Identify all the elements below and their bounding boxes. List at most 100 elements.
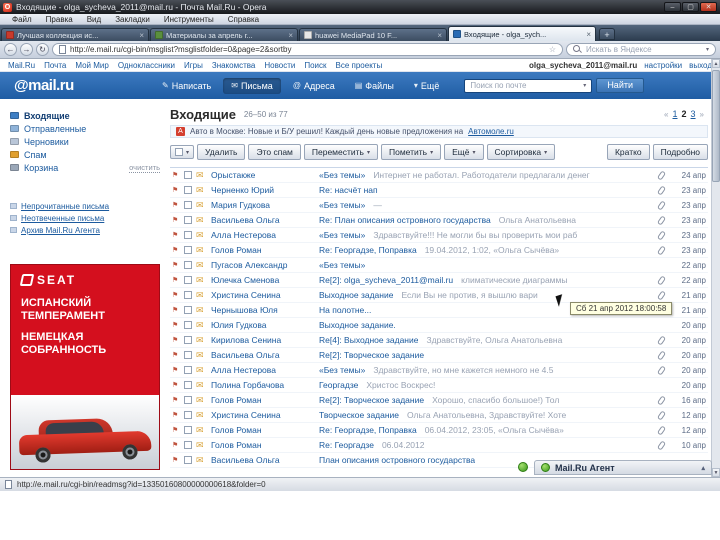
email-checkbox[interactable] [184, 216, 192, 224]
toolbar-button[interactable]: Это спам ▾ [248, 144, 301, 160]
email-row[interactable]: ⚑ ✉ Юлечка Сменова Re[2]: olga_sycheva_2… [170, 273, 708, 288]
flag-icon[interactable]: ⚑ [172, 366, 180, 374]
email-row[interactable]: ⚑ ✉ Алла Нестерова «Без темы» Здравствуй… [170, 363, 708, 378]
scroll-up-icon[interactable]: ▲ [712, 59, 720, 68]
email-checkbox[interactable] [184, 201, 192, 209]
page-number[interactable]: 1 [671, 109, 680, 119]
email-sender[interactable]: Голов Роман [211, 395, 315, 405]
topnav-link[interactable]: Поиск [304, 61, 326, 70]
mail-search-dropdown-icon[interactable]: ▾ [583, 82, 586, 89]
email-sender[interactable]: Христина Сенина [211, 290, 315, 300]
menu-item[interactable]: Справка [222, 15, 265, 24]
email-checkbox[interactable] [184, 246, 192, 254]
email-sender[interactable]: Кирилова Сенина [211, 335, 315, 345]
menu-item[interactable]: Инструменты [158, 15, 220, 24]
ad-notice-bar[interactable]: А Авто в Москве: Новые и Б/У решил! Кажд… [170, 125, 708, 138]
topnav-link[interactable]: Знакомства [212, 61, 256, 70]
email-subject[interactable]: «Без темы» [319, 260, 365, 270]
email-row[interactable]: ⚑ ✉ Мария Гудкова «Без темы» — 23 апр [170, 198, 708, 213]
email-sender[interactable]: Голов Роман [211, 245, 315, 255]
email-checkbox[interactable] [184, 411, 192, 419]
email-subject[interactable]: «Без темы» [319, 170, 365, 180]
flag-icon[interactable]: ⚑ [172, 291, 180, 299]
toolbar-button[interactable]: Пометить ▾ [380, 144, 442, 160]
tab-close-icon[interactable]: × [288, 31, 293, 40]
folder-item[interactable]: Черновики [10, 135, 160, 148]
new-tab-button[interactable]: + [599, 28, 615, 40]
flag-icon[interactable]: ⚑ [172, 441, 180, 449]
email-subject[interactable]: Re: Георгадзе [319, 440, 374, 450]
tab-close-icon[interactable]: × [437, 31, 442, 40]
flag-icon[interactable]: ⚑ [172, 411, 180, 419]
email-sender[interactable]: Голов Роман [211, 425, 315, 435]
flag-icon[interactable]: ⚑ [172, 336, 180, 344]
topnav-link[interactable]: Mail.Ru [8, 61, 35, 70]
header-nav-button[interactable]: ✉ Письма [223, 77, 281, 94]
agent-status-icon[interactable] [518, 462, 528, 472]
email-subject[interactable]: «Без темы» [319, 365, 365, 375]
email-row[interactable]: ⚑ ✉ Юлия Гудкова Выходное задание. 20 ап… [170, 318, 708, 333]
email-checkbox[interactable] [184, 396, 192, 404]
email-sender[interactable]: Христина Сенина [211, 410, 315, 420]
email-subject[interactable]: Выходное задание [319, 290, 393, 300]
select-all-dropdown-icon[interactable]: ▾ [186, 149, 189, 156]
email-subject[interactable]: «Без темы» [319, 200, 365, 210]
email-checkbox[interactable] [184, 441, 192, 449]
flag-icon[interactable]: ⚑ [172, 186, 180, 194]
email-row[interactable]: ⚑ ✉ Пугасов Александр «Без темы» 22 апр [170, 258, 708, 273]
email-checkbox[interactable] [184, 231, 192, 239]
header-nav-button[interactable]: ▾ Ещё [406, 78, 447, 94]
folder-clear-link[interactable]: очистить [129, 163, 160, 173]
scroll-down-icon[interactable]: ▼ [712, 468, 720, 477]
email-checkbox[interactable] [184, 171, 192, 179]
tab-close-icon[interactable]: × [139, 31, 144, 40]
email-checkbox[interactable] [184, 426, 192, 434]
select-all-checkbox[interactable] [175, 148, 183, 156]
topnav-link[interactable]: Одноклассники [118, 61, 175, 70]
email-row[interactable]: ⚑ ✉ Орыстакже «Без темы» Интернет не раб… [170, 168, 708, 183]
flag-icon[interactable]: ⚑ [172, 396, 180, 404]
email-checkbox[interactable] [184, 276, 192, 284]
folder-item[interactable]: Спам [10, 148, 160, 161]
email-sender[interactable]: Мария Гудкова [211, 200, 315, 210]
url-field[interactable]: http://e.mail.ru/cgi-bin/msglist?msglist… [52, 43, 563, 56]
menu-item[interactable]: Закладки [109, 15, 156, 24]
scrollbar-thumb[interactable] [712, 70, 720, 182]
flag-icon[interactable]: ⚑ [172, 231, 180, 239]
browser-search-field[interactable]: Искать в Яндексе ▾ [566, 43, 716, 56]
topnav-link[interactable]: Новости [264, 61, 295, 70]
email-subject[interactable]: Творческое задание [319, 410, 399, 420]
email-sender[interactable]: Черненко Юрий [211, 185, 315, 195]
email-subject[interactable]: Re[2]: Творческое задание [319, 350, 424, 360]
email-sender[interactable]: Васильева Ольга [211, 350, 315, 360]
flag-icon[interactable]: ⚑ [172, 321, 180, 329]
select-all-control[interactable]: ▾ [170, 145, 195, 159]
flag-icon[interactable]: ⚑ [172, 426, 180, 434]
email-subject[interactable]: Re[2]: Творческое задание [319, 395, 424, 405]
email-subject[interactable]: Re: План описания островного государства [319, 215, 491, 225]
email-row[interactable]: ⚑ ✉ Голов Роман Re: Георгадзе, Поправка … [170, 423, 708, 438]
header-nav-button[interactable]: @ Адреса [285, 78, 343, 94]
email-checkbox[interactable] [184, 321, 192, 329]
email-sender[interactable]: Голов Роман [211, 440, 315, 450]
flag-icon[interactable]: ⚑ [172, 261, 180, 269]
sidebar-link[interactable]: Непрочитанные письма [21, 202, 109, 211]
email-sender[interactable]: Алла Нестерова [211, 230, 315, 240]
flag-icon[interactable]: ⚑ [172, 201, 180, 209]
toolbar-button[interactable]: Сортировка ▾ [486, 144, 556, 160]
email-subject[interactable]: Re: Георгадзе, Поправка [319, 245, 417, 255]
flag-icon[interactable]: ⚑ [172, 381, 180, 389]
menu-item[interactable]: Вид [81, 15, 107, 24]
toolbar-button[interactable]: Переместить ▾ [303, 144, 378, 160]
seat-ad-banner[interactable]: SEAT ИСПАНСКИЙ ТЕМПЕРАМЕНТ НЕМЕЦКАЯ СОБР… [10, 264, 160, 470]
prev-page-icon[interactable]: « [664, 110, 668, 119]
reload-button[interactable]: ↻ [36, 43, 49, 56]
email-subject[interactable]: Re[2]: olga_sycheva_2011@mail.ru [319, 275, 453, 285]
flag-icon[interactable]: ⚑ [172, 171, 180, 179]
email-checkbox[interactable] [184, 306, 192, 314]
maximize-button[interactable]: ▢ [682, 2, 699, 12]
tab-close-icon[interactable]: × [586, 30, 591, 39]
browser-tab[interactable]: huawei MediaPad 10 F... × [299, 28, 447, 41]
next-page-icon[interactable]: » [700, 110, 704, 119]
email-sender[interactable]: Чернышова Юля [211, 305, 315, 315]
